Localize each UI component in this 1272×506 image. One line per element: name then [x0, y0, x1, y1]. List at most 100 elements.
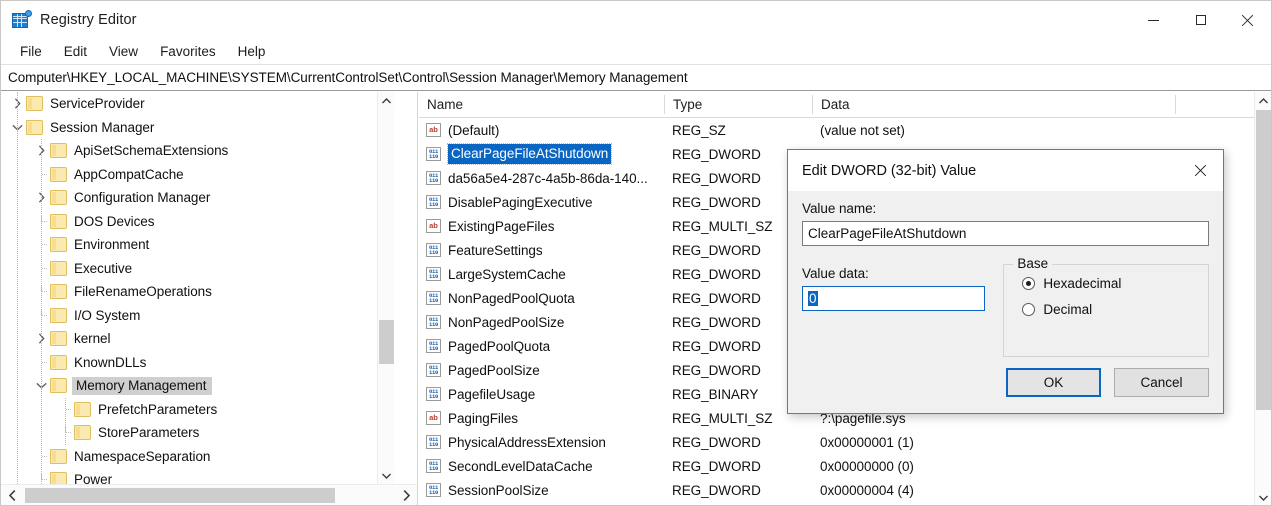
tree-item-label: Memory Management — [72, 377, 212, 395]
folder-icon — [50, 331, 67, 346]
folder-icon — [50, 449, 67, 464]
binary-value-icon: 011110 — [426, 291, 441, 305]
value-type-cell: REG_SZ — [672, 123, 726, 138]
registry-tree-pane: ServiceProvider Session ManagerApiSetSche… — [1, 92, 418, 506]
values-vertical-scrollbar[interactable] — [1254, 92, 1271, 506]
tree-item-environment[interactable]: Environment — [1, 233, 395, 257]
tree-item-filerenameoperations[interactable]: FileRenameOperations — [1, 280, 395, 304]
tree-horizontal-scrollbar[interactable] — [1, 484, 417, 506]
folder-icon — [50, 378, 67, 393]
tree-scroll-right-icon[interactable] — [395, 485, 417, 506]
value-row[interactable]: 011110SecondLevelDataCacheREG_DWORD0x000… — [419, 454, 1271, 478]
tree-item-label: ServiceProvider — [50, 96, 153, 111]
tree-scroll-left-icon[interactable] — [1, 485, 23, 506]
registry-tree[interactable]: ServiceProvider Session ManagerApiSetSche… — [1, 92, 395, 484]
tree-scroll-thumb[interactable] — [379, 320, 394, 364]
column-divider-3[interactable] — [1175, 95, 1176, 114]
value-name-cell: PhysicalAddressExtension — [448, 435, 661, 450]
binary-value-icon: 011110 — [426, 435, 441, 449]
base-group-label: Base — [1013, 256, 1052, 271]
minimize-button[interactable] — [1130, 1, 1177, 39]
values-scroll-thumb[interactable] — [1256, 110, 1271, 410]
dialog-body: Value name: ClearPageFileAtShutdown Valu… — [788, 201, 1223, 357]
value-type-cell: REG_DWORD — [672, 435, 761, 450]
address-bar[interactable]: Computer\HKEY_LOCAL_MACHINE\SYSTEM\Curre… — [1, 64, 1271, 91]
value-type-cell: REG_DWORD — [672, 339, 761, 354]
value-name-input[interactable]: ClearPageFileAtShutdown — [802, 221, 1209, 246]
value-data-input[interactable]: 0 — [802, 286, 985, 311]
binary-value-icon: 011110 — [426, 243, 441, 257]
value-row[interactable]: 011110SessionPoolSizeREG_DWORD0x00000004… — [419, 478, 1271, 502]
menu-help[interactable]: Help — [227, 41, 277, 62]
tree-item-appcompatcache[interactable]: AppCompatCache — [1, 163, 395, 187]
edit-dword-dialog: Edit DWORD (32-bit) Value Value name: Cl… — [787, 149, 1224, 414]
binary-value-icon: 011110 — [426, 387, 441, 401]
string-value-icon: ab — [426, 219, 441, 233]
tree-item-storeparameters[interactable]: StoreParameters — [1, 421, 395, 445]
tree-item-memory-management[interactable]: Memory Management — [1, 374, 395, 398]
values-scroll-up-icon[interactable] — [1255, 92, 1271, 109]
folder-icon — [50, 472, 67, 484]
string-value-icon: ab — [426, 123, 441, 137]
maximize-button[interactable] — [1177, 1, 1224, 39]
binary-value-icon: 011110 — [426, 315, 441, 329]
tree-guide-line — [65, 398, 66, 445]
tree-item-knowndlls[interactable]: KnownDLLs — [1, 351, 395, 375]
dialog-close-button[interactable] — [1177, 150, 1223, 190]
value-data-cell: 0x00000000 (0) — [820, 459, 914, 474]
tree-item-label: StoreParameters — [98, 425, 207, 440]
tree-vertical-scrollbar[interactable] — [377, 92, 394, 484]
value-type-cell: REG_MULTI_SZ — [672, 219, 772, 234]
menu-file[interactable]: File — [9, 41, 53, 62]
tree-item-session-manager[interactable]: Session Manager — [1, 116, 395, 140]
folder-icon — [50, 261, 67, 276]
close-button[interactable] — [1224, 1, 1271, 39]
tree-scroll-down-icon[interactable] — [378, 467, 395, 484]
value-type-cell: REG_DWORD — [672, 363, 761, 378]
value-name-cell: FeatureSettings — [448, 243, 661, 258]
value-row[interactable]: 011110 PhysicalAddressExtension REG_DWORD 0… — [419, 430, 1271, 454]
registry-editor-window: Registry Editor File Edit View Favorites… — [0, 0, 1272, 506]
value-row[interactable]: ab(Default)REG_SZ(value not set) — [419, 118, 1271, 142]
radio-decimal[interactable]: Decimal — [1022, 302, 1208, 317]
column-header-type[interactable]: Type — [665, 92, 702, 117]
tree-scroll-up-icon[interactable] — [378, 92, 395, 109]
value-data-cell: 0x00000004 (4) — [820, 483, 914, 498]
tree-item-i-o-system[interactable]: I/O System — [1, 304, 395, 328]
tree-item-label: Environment — [74, 237, 157, 252]
menu-favorites[interactable]: Favorites — [149, 41, 227, 62]
column-header-name[interactable]: Name — [419, 92, 463, 117]
tree-item-namespaceseparation[interactable]: NamespaceSeparation — [1, 445, 395, 469]
tree-item-dos-devices[interactable]: DOS Devices — [1, 210, 395, 234]
value-data-cell: 0x00000001 (1) — [820, 435, 914, 450]
binary-value-icon: 011110 — [426, 363, 441, 377]
radio-hexadecimal-label: Hexadecimal — [1043, 276, 1121, 291]
tree-hscroll-thumb[interactable] — [25, 488, 335, 503]
tree-item-configuration-manager[interactable]: Configuration Manager — [1, 186, 395, 210]
tree-item-label: Power — [74, 472, 120, 484]
folder-icon — [50, 237, 67, 252]
ok-button[interactable]: OK — [1006, 368, 1101, 397]
folder-icon — [74, 425, 91, 440]
tree-item-apisetschemaextensions[interactable]: ApiSetSchemaExtensions — [1, 139, 395, 163]
binary-value-icon: 011110 — [426, 267, 441, 281]
value-name-cell: NonPagedPoolQuota — [448, 291, 661, 306]
cancel-button[interactable]: Cancel — [1114, 368, 1209, 397]
binary-value-icon: 011110 — [426, 195, 441, 209]
tree-item-power[interactable]: Power — [1, 468, 395, 484]
tree-item-serviceprovider[interactable]: ServiceProvider — [1, 92, 395, 116]
menu-edit[interactable]: Edit — [53, 41, 98, 62]
string-value-icon: ab — [426, 411, 441, 425]
menu-view[interactable]: View — [98, 41, 149, 62]
radio-hexadecimal[interactable]: Hexadecimal — [1022, 276, 1208, 291]
tree-item-prefetchparameters[interactable]: PrefetchParameters — [1, 398, 395, 422]
value-name-cell: SecondLevelDataCache — [448, 459, 661, 474]
folder-icon — [50, 167, 67, 182]
column-header-data[interactable]: Data — [813, 92, 850, 117]
values-scroll-down-icon[interactable] — [1255, 489, 1271, 506]
tree-item-kernel[interactable]: kernel — [1, 327, 395, 351]
tree-item-executive[interactable]: Executive — [1, 257, 395, 281]
folder-icon — [50, 143, 67, 158]
value-name-cell: da56a5e4-287c-4a5b-86da-140... — [448, 171, 661, 186]
value-name-text: ClearPageFileAtShutdown — [808, 226, 966, 241]
